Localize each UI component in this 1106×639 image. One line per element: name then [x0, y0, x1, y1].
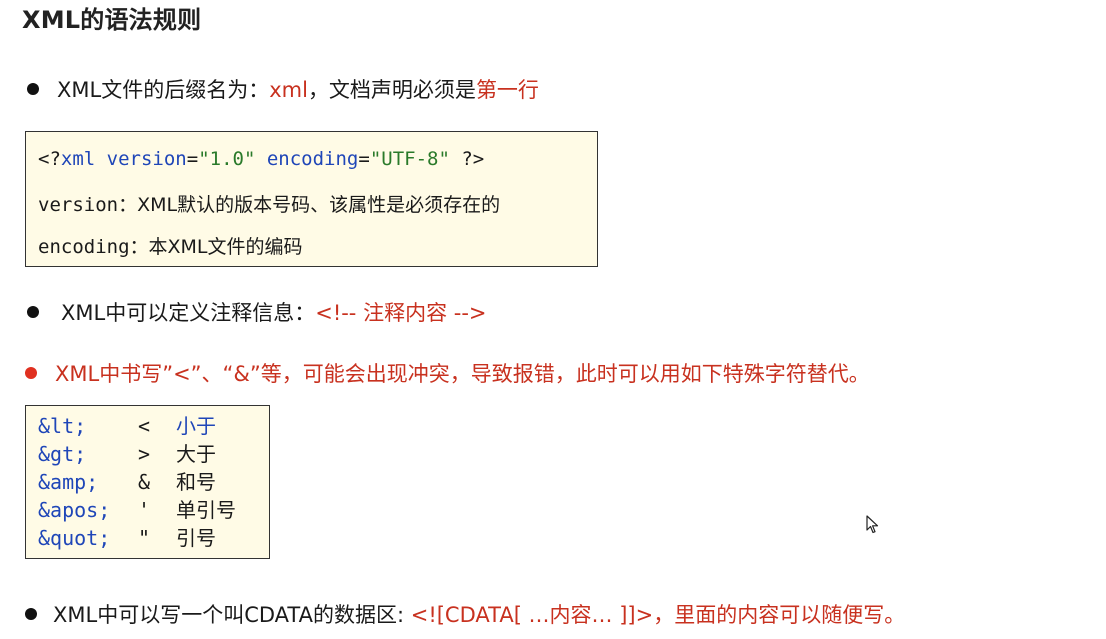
decl-version-attr: version: [106, 148, 187, 170]
decl-space: [255, 148, 266, 170]
entity-char: <: [138, 414, 151, 438]
version-note: version：XML默认的版本号码、该属性是必须存在的: [38, 190, 500, 217]
bullet2-prefix: XML中可以定义注释信息：: [61, 301, 316, 325]
entity-desc: 和号: [176, 470, 216, 494]
encoding-desc: 本XML文件的编码: [148, 236, 303, 258]
encoding-label: encoding：: [38, 236, 149, 258]
entity-desc: 小于: [176, 414, 216, 438]
decl-eq: =: [358, 148, 370, 170]
entity-row: &gt; > 大于: [38, 440, 216, 468]
bullet1-ext: xml: [269, 78, 308, 102]
page-title: XML的语法规则: [22, 6, 202, 34]
bullet3-text: XML中书写”<”、“&”等，可能会出现冲突，导致报错，此时可以用如下特殊字符替…: [55, 362, 870, 386]
entity-desc: 引号: [176, 526, 216, 550]
bullet1-highlight: 第一行: [475, 78, 539, 102]
bullet4-suffix: ，里面的内容可以随便写。: [653, 603, 906, 627]
bullet-dot-icon: [27, 306, 39, 318]
bullet2-comment: <!-- 注释内容 -->: [315, 301, 487, 325]
decl-encoding-val: "UTF-8": [369, 148, 450, 170]
entity-char: ': [138, 498, 151, 522]
decl-encoding-attr: encoding: [266, 148, 359, 170]
entity-row: &quot; " 引号: [38, 524, 216, 552]
bullet-cdata: XML中可以写一个叫CDATA的数据区: <![CDATA[ …内容… ]]>，…: [25, 601, 905, 629]
entity-desc: 单引号: [176, 498, 236, 522]
bullet4-prefix: XML中可以写一个叫CDATA的数据区:: [53, 603, 411, 627]
bullet-special-chars: XML中书写”<”、“&”等，可能会出现冲突，导致报错，此时可以用如下特殊字符替…: [25, 360, 870, 388]
declaration-line: <?xml version="1.0" encoding="UTF-8" ?>: [38, 148, 484, 170]
entity-code: &apos;: [38, 498, 111, 522]
decl-xml: xml: [60, 148, 96, 170]
bullet-dot-icon: [25, 608, 37, 620]
bullet-file-extension: XML文件的后缀名为：xml，文档声明必须是第一行: [27, 76, 539, 104]
entity-row: &apos; ' 单引号: [38, 496, 236, 524]
entity-code: &amp;: [38, 470, 99, 494]
entity-code: &gt;: [38, 442, 87, 466]
bullet1-middle: ，文档声明必须是: [307, 78, 476, 102]
entity-char: &: [138, 470, 151, 494]
entities-box: &lt; < 小于 &gt; > 大于 &amp; & 和号 &apos; ' 单引号 &quo…: [25, 405, 270, 559]
entity-row: &lt; < 小于: [38, 412, 216, 440]
encoding-note: encoding：本XML文件的编码: [38, 232, 303, 259]
bullet4-cdata: <![CDATA[ …内容… ]]>: [410, 603, 654, 627]
decl-version-val: "1.0": [198, 148, 256, 170]
declaration-box: <?xml version="1.0" encoding="UTF-8" ?> …: [25, 131, 598, 267]
version-label: version：: [38, 194, 138, 216]
entity-code: &quot;: [38, 526, 111, 550]
decl-close: ?>: [449, 148, 485, 170]
entity-char: >: [138, 442, 151, 466]
decl-open: <?: [38, 148, 61, 170]
bullet1-prefix: XML文件的后缀名为：: [57, 78, 270, 102]
bullet-dot-icon: [25, 367, 37, 379]
decl-space: [95, 148, 106, 170]
entity-desc: 大于: [176, 442, 216, 466]
version-desc: XML默认的版本号码、该属性是必须存在的: [137, 194, 501, 216]
decl-eq: =: [186, 148, 199, 170]
mouse-cursor-icon: [866, 515, 879, 534]
entity-code: &lt;: [38, 414, 87, 438]
bullet-dot-icon: [27, 83, 39, 95]
entity-row: &amp; & 和号: [38, 468, 216, 496]
bullet-comment: XML中可以定义注释信息：<!-- 注释内容 -->: [27, 299, 487, 327]
entity-char: ": [138, 526, 151, 550]
